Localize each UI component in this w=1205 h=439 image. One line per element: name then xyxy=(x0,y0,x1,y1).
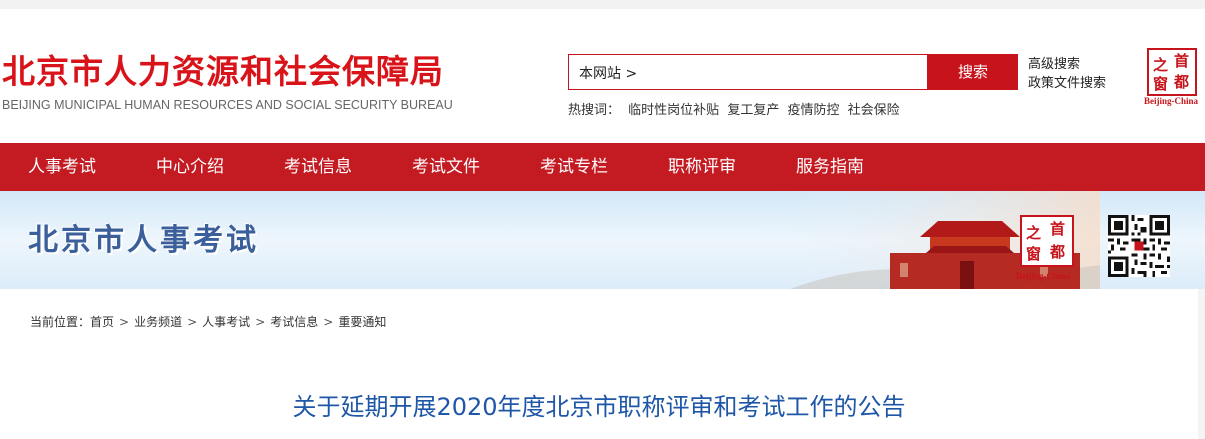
hot-search-label: 热搜词： xyxy=(568,103,621,118)
search-links: 高级搜索 政策文件搜索 xyxy=(1028,55,1106,93)
nav-item-exams[interactable]: 人事考试 xyxy=(28,143,96,191)
stamp-char: 之 xyxy=(1153,56,1169,74)
breadcrumb-separator: > xyxy=(323,315,334,329)
site-logo-subtitle: BEIJING MUNICIPAL HUMAN RESOURCES AND SO… xyxy=(2,98,453,112)
advanced-search-link[interactable]: 高级搜索 xyxy=(1028,55,1106,74)
nav-item-about[interactable]: 中心介绍 xyxy=(156,143,224,191)
stamp-label: Beijing-China xyxy=(1144,96,1199,106)
content-area: 当前位置：首页 > 业务频道 > 人事考试 > 考试信息 > 重要通知 关于延期开展2020年度… xyxy=(0,289,1205,439)
hot-word-link[interactable]: 复工复产 xyxy=(727,103,779,118)
policy-search-link[interactable]: 政策文件搜索 xyxy=(1028,74,1106,93)
hot-word-link[interactable]: 疫情防控 xyxy=(787,103,839,118)
top-strip xyxy=(0,0,1205,9)
main-nav: 人事考试 中心介绍 考试信息 考试文件 考试专栏 职称评审 服务指南 xyxy=(0,143,1205,191)
search-input[interactable]: 本网站 > xyxy=(568,54,928,90)
nav-item-service-guide[interactable]: 服务指南 xyxy=(796,143,864,191)
hot-word-link[interactable]: 临时性岗位补贴 xyxy=(628,103,719,118)
breadcrumb-important-notice[interactable]: 重要通知 xyxy=(338,315,386,329)
nav-item-exam-column[interactable]: 考试专栏 xyxy=(540,143,608,191)
stamp-char: 窗 xyxy=(1153,75,1169,93)
banner-title: 北京市人事考试 xyxy=(28,223,259,258)
stamp-char: 首 xyxy=(1174,52,1190,70)
breadcrumb-separator: > xyxy=(187,315,198,329)
breadcrumb-separator: > xyxy=(255,315,266,329)
hot-word-link[interactable]: 社会保险 xyxy=(848,103,900,118)
site-logo-title[interactable]: 北京市人力资源和社会保障局 xyxy=(2,52,444,92)
breadcrumb-separator: > xyxy=(119,315,130,329)
search-scope-selector[interactable]: 本网站 > xyxy=(579,63,637,83)
article-panel: 当前位置：首页 > 业务频道 > 人事考试 > 考试信息 > 重要通知 关于延期开展2020年度… xyxy=(0,289,1198,439)
capital-window-stamp-logo[interactable]: 之 首 窗 都 xyxy=(1147,48,1197,96)
nav-item-title-review[interactable]: 职称评审 xyxy=(668,143,736,191)
capital-window-stamp-banner: 之 首 窗 都 xyxy=(1020,215,1074,267)
breadcrumb-prefix: 当前位置： xyxy=(30,315,91,329)
stamp-char: 之 xyxy=(1026,224,1042,242)
breadcrumb-exam-info[interactable]: 考试信息 xyxy=(270,315,318,329)
nav-item-exam-docs[interactable]: 考试文件 xyxy=(412,143,480,191)
breadcrumb-business-channel[interactable]: 业务频道 xyxy=(134,315,182,329)
breadcrumb-personnel-exams[interactable]: 人事考试 xyxy=(202,315,250,329)
search-button[interactable]: 搜索 xyxy=(928,54,1018,90)
qr-code-icon xyxy=(1108,215,1170,277)
stamp-char: 都 xyxy=(1174,73,1190,91)
stamp-label: Beijing-China xyxy=(1016,271,1071,281)
stamp-char: 都 xyxy=(1050,243,1066,261)
stamp-char: 首 xyxy=(1050,220,1066,238)
breadcrumb: 当前位置：首页 > 业务频道 > 人事考试 > 考试信息 > 重要通知 xyxy=(30,313,386,330)
page-banner: 北京市人事考试 之 首 窗 都 Beijing-China xyxy=(0,191,1205,289)
article-title: 关于延期开展2020年度北京市职称评审和考试工作的公告 xyxy=(292,393,906,421)
nav-item-exam-info[interactable]: 考试信息 xyxy=(284,143,352,191)
stamp-char: 窗 xyxy=(1026,245,1042,263)
hot-search-words: 热搜词： 临时性岗位补贴 复工复产 疫情防控 社会保险 xyxy=(568,99,904,118)
breadcrumb-home[interactable]: 首页 xyxy=(90,315,114,329)
